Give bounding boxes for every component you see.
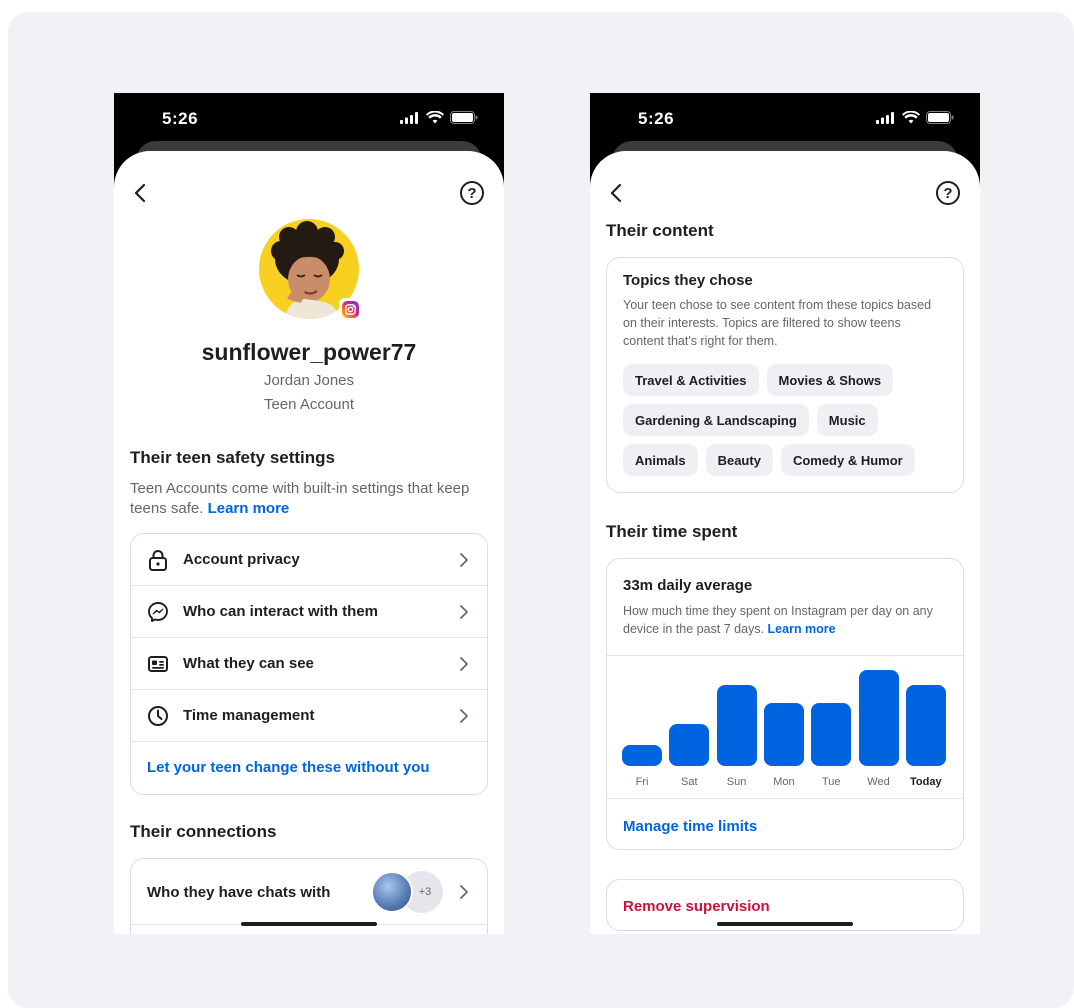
home-indicator bbox=[241, 922, 377, 926]
learn-more-link[interactable]: Learn more bbox=[768, 622, 836, 636]
phone-teen-profile: 5:26 ? sunflower_power77 Jordan Jones Te… bbox=[114, 93, 504, 934]
row-what-they-can-see[interactable]: What they can see bbox=[131, 638, 487, 690]
activity-sheet: ? Their content Topics they chose Your t… bbox=[590, 151, 980, 934]
account-type: Teen Account bbox=[263, 396, 355, 413]
instagram-badge bbox=[339, 298, 361, 320]
help-button[interactable]: ? bbox=[936, 181, 960, 205]
row-account-privacy[interactable]: Account privacy bbox=[131, 534, 487, 586]
topic-chip[interactable]: Beauty bbox=[705, 444, 773, 476]
day-label: Sun bbox=[726, 776, 747, 788]
time-spent-description: How much time they spent on Instagram pe… bbox=[623, 602, 943, 638]
back-button[interactable] bbox=[128, 181, 152, 205]
chat-contact-avatar bbox=[371, 871, 413, 913]
profile-sheet: ? sunflower_power77 Jordan Jones Teen Ac… bbox=[114, 151, 504, 934]
signal-icon bbox=[400, 111, 418, 124]
day-label: Fri bbox=[635, 776, 649, 788]
row-who-they-chat-with[interactable]: Who they have chats with +3 bbox=[131, 859, 487, 925]
safety-description: Teen Accounts come with built-in setting… bbox=[130, 479, 480, 519]
instagram-icon bbox=[341, 300, 359, 318]
home-indicator bbox=[717, 922, 853, 926]
system-icons bbox=[400, 111, 478, 124]
help-button[interactable]: ? bbox=[460, 181, 484, 205]
bar-sat bbox=[669, 724, 710, 766]
bar-tue bbox=[811, 703, 852, 766]
remove-supervision-button[interactable]: Remove supervision bbox=[623, 898, 770, 915]
row-time-management[interactable]: Time management bbox=[131, 690, 487, 742]
day-label: Today bbox=[910, 776, 942, 788]
topic-chip[interactable]: Gardening & Landscaping bbox=[623, 404, 809, 436]
topic-chip[interactable]: Travel & Activities bbox=[623, 364, 759, 396]
chevron-left-icon bbox=[134, 183, 146, 203]
connections-section-title: Their connections bbox=[130, 822, 277, 841]
wifi-icon bbox=[902, 111, 920, 124]
let-teen-change-link[interactable]: Let your teen change these without you bbox=[147, 759, 430, 776]
id-card-icon bbox=[148, 656, 168, 672]
topic-chip[interactable]: Comedy & Humor bbox=[780, 444, 915, 476]
manage-time-limits-link[interactable]: Manage time limits bbox=[623, 818, 757, 835]
messenger-icon bbox=[148, 602, 168, 622]
row-label: Time management bbox=[183, 707, 315, 724]
back-button[interactable] bbox=[604, 181, 628, 205]
content-section-title: Their content bbox=[606, 221, 714, 240]
username: sunflower_power77 bbox=[201, 339, 417, 365]
row-label: Who they have chats with bbox=[147, 884, 331, 901]
topic-chip[interactable]: Music bbox=[816, 404, 878, 436]
battery-icon bbox=[450, 111, 478, 124]
bar-wed bbox=[858, 670, 899, 766]
row-label: Account privacy bbox=[183, 551, 300, 568]
topic-chips: Travel & Activities Movies & Shows Garde… bbox=[623, 364, 953, 476]
topics-card-title: Topics they chose bbox=[623, 272, 753, 289]
chat-avatars: +3 bbox=[371, 871, 443, 913]
nav-bar: ? bbox=[114, 177, 504, 211]
day-label: Tue bbox=[821, 776, 841, 788]
safety-settings-card: Account privacy Who can interact with th… bbox=[130, 533, 488, 795]
system-icons bbox=[876, 111, 954, 124]
bar-mon bbox=[763, 703, 804, 766]
chevron-right-icon bbox=[460, 553, 468, 567]
lock-icon bbox=[149, 550, 167, 571]
profile-avatar bbox=[259, 219, 361, 320]
chevron-right-icon bbox=[460, 885, 468, 899]
chevron-right-icon bbox=[460, 657, 468, 671]
daily-average: 33m daily average bbox=[623, 577, 753, 594]
chevron-right-icon bbox=[460, 709, 468, 723]
row-let-teen-change[interactable]: Let your teen change these without you bbox=[131, 742, 487, 794]
topic-chip[interactable]: Animals bbox=[623, 444, 698, 476]
day-label: Wed bbox=[867, 776, 890, 788]
signal-icon bbox=[876, 111, 894, 124]
safety-description-text: Teen Accounts come with built-in setting… bbox=[130, 480, 470, 517]
status-time: 5:26 bbox=[162, 109, 199, 128]
bar-sun bbox=[716, 685, 757, 766]
chevron-right-icon bbox=[460, 605, 468, 619]
wifi-icon bbox=[426, 111, 444, 124]
time-spent-chart: Fri Sat Sun Mon Tue Wed Today bbox=[607, 655, 963, 799]
chevron-left-icon bbox=[610, 183, 622, 203]
day-label: Mon bbox=[773, 776, 795, 788]
question-mark-icon: ? bbox=[467, 184, 477, 202]
topic-chip[interactable]: Movies & Shows bbox=[766, 364, 894, 396]
safety-section-title: Their teen safety settings bbox=[130, 448, 336, 467]
row-who-can-interact[interactable]: Who can interact with them bbox=[131, 586, 487, 638]
battery-icon bbox=[926, 111, 954, 124]
bar-today bbox=[905, 685, 946, 766]
phone-teen-activity: 5:26 ? Their content Topics they chose Y… bbox=[590, 93, 980, 934]
nav-bar: ? bbox=[590, 177, 980, 211]
clock-icon bbox=[148, 706, 168, 726]
time-spent-card: 33m daily average How much time they spe… bbox=[606, 558, 964, 850]
status-time: 5:26 bbox=[638, 109, 675, 128]
topics-card-description: Your teen chose to see content from thes… bbox=[623, 298, 932, 348]
full-name: Jordan Jones bbox=[263, 372, 355, 389]
row-label: What they can see bbox=[183, 655, 314, 672]
topics-card: Topics they chose Your teen chose to see… bbox=[606, 257, 964, 493]
question-mark-icon: ? bbox=[943, 184, 953, 202]
day-label: Sat bbox=[681, 776, 698, 788]
bar-fri bbox=[622, 745, 662, 766]
time-spent-section-title: Their time spent bbox=[606, 522, 738, 541]
learn-more-link[interactable]: Learn more bbox=[208, 500, 290, 517]
row-label: Who can interact with them bbox=[183, 603, 379, 620]
